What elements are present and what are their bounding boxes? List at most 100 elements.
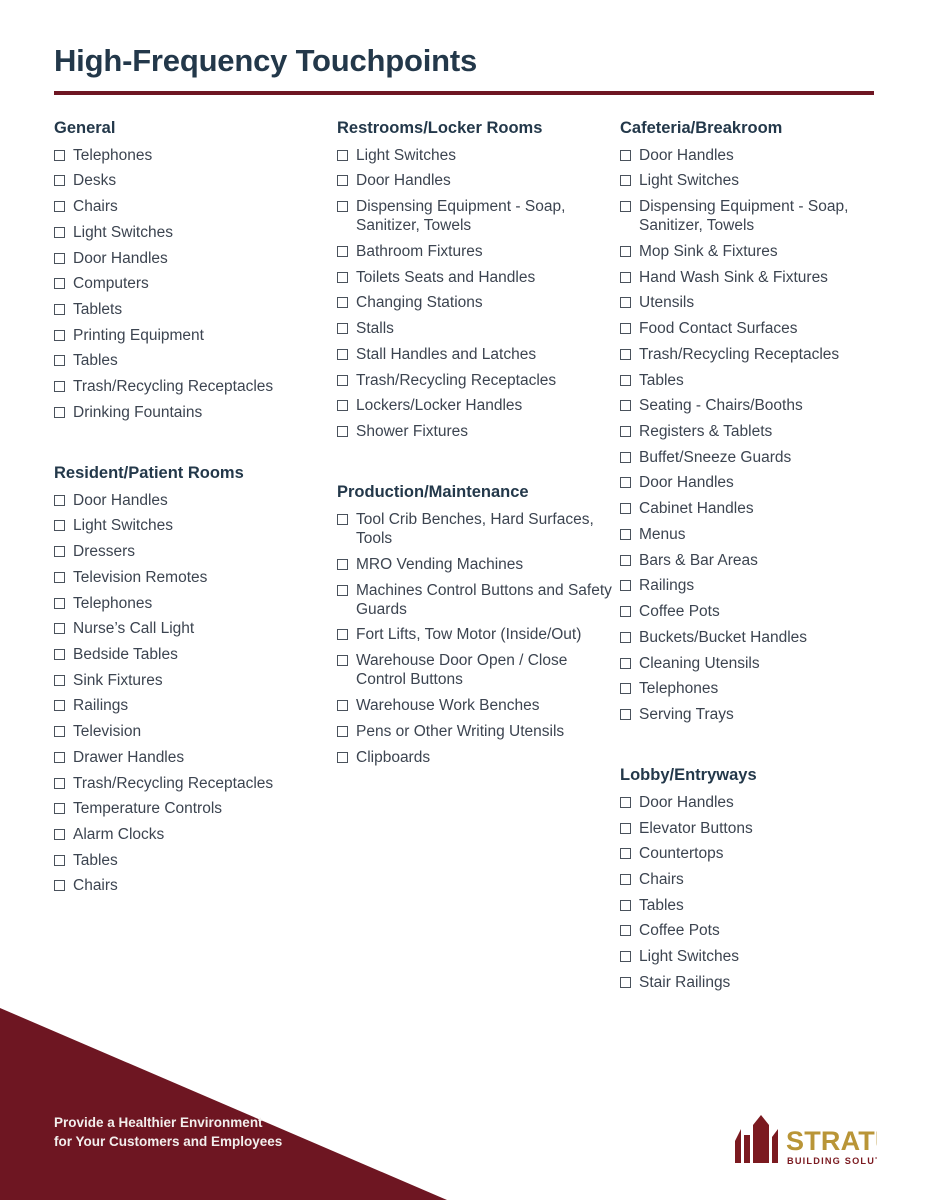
checkbox-icon[interactable] (54, 623, 65, 635)
list-item[interactable]: Door Handles (620, 146, 884, 165)
checkbox-icon[interactable] (620, 348, 631, 360)
list-item[interactable]: Trash/Recycling Receptacles (54, 377, 337, 396)
checkbox-icon[interactable] (337, 513, 348, 525)
list-item[interactable]: Sink Fixtures (54, 671, 337, 690)
checkbox-icon[interactable] (54, 880, 65, 892)
list-item[interactable]: Dispensing Equipment - Soap, Sanitizer, … (620, 197, 884, 235)
checkbox-icon[interactable] (337, 271, 348, 283)
list-item[interactable]: Coffee Pots (620, 921, 884, 940)
list-item[interactable]: Tables (620, 896, 884, 915)
checkbox-icon[interactable] (620, 683, 631, 695)
checkbox-icon[interactable] (54, 829, 65, 840)
list-item[interactable]: Dressers (54, 542, 337, 561)
list-item[interactable]: Temperature Controls (54, 799, 337, 818)
list-item[interactable]: Mop Sink & Fixtures (620, 242, 884, 261)
checkbox-icon[interactable] (54, 751, 65, 763)
checkbox-icon[interactable] (620, 657, 631, 669)
list-item[interactable]: Cleaning Utensils (620, 654, 884, 673)
checkbox-icon[interactable] (620, 796, 631, 808)
list-item[interactable]: Tables (54, 351, 337, 370)
checkbox-icon[interactable] (620, 899, 631, 911)
checkbox-icon[interactable] (337, 400, 348, 412)
checkbox-icon[interactable] (54, 546, 65, 558)
list-item[interactable]: Stalls (337, 319, 620, 338)
checkbox-icon[interactable] (54, 381, 65, 393)
checkbox-icon[interactable] (337, 629, 348, 641)
checkbox-icon[interactable] (620, 201, 631, 213)
list-item[interactable]: Drawer Handles (54, 748, 337, 767)
checkbox-icon[interactable] (337, 426, 348, 438)
list-item[interactable]: Warehouse Work Benches (337, 696, 620, 715)
checkbox-icon[interactable] (620, 374, 631, 386)
list-item[interactable]: Buffet/Sneeze Guards (620, 448, 884, 467)
checkbox-icon[interactable] (54, 700, 65, 712)
list-item[interactable]: Warehouse Door Open / Close Control Butt… (337, 651, 620, 689)
list-item[interactable]: Shower Fixtures (337, 422, 620, 441)
list-item[interactable]: Chairs (54, 197, 337, 216)
list-item[interactable]: Light Switches (54, 516, 337, 535)
checkbox-icon[interactable] (337, 655, 348, 667)
list-item[interactable]: Light Switches (620, 171, 884, 190)
list-item[interactable]: Light Switches (620, 947, 884, 966)
list-item[interactable]: Dispensing Equipment - Soap, Sanitizer, … (337, 197, 620, 235)
list-item[interactable]: Chairs (54, 876, 337, 895)
checkbox-icon[interactable] (54, 201, 65, 213)
checkbox-icon[interactable] (54, 571, 65, 583)
list-item[interactable]: Telephones (54, 146, 337, 165)
list-item[interactable]: Door Handles (620, 473, 884, 492)
list-item[interactable]: Printing Equipment (54, 326, 337, 345)
checkbox-icon[interactable] (337, 246, 348, 257)
checkbox-icon[interactable] (620, 848, 631, 860)
checkbox-icon[interactable] (620, 503, 631, 515)
checkbox-icon[interactable] (337, 558, 348, 570)
list-item[interactable]: Lockers/Locker Handles (337, 396, 620, 415)
list-item[interactable]: Stall Handles and Latches (337, 345, 620, 364)
list-item[interactable]: Seating - Chairs/Booths (620, 396, 884, 415)
checkbox-icon[interactable] (54, 648, 65, 660)
list-item[interactable]: Bars & Bar Areas (620, 551, 884, 570)
checkbox-icon[interactable] (620, 528, 631, 540)
list-item[interactable]: Trash/Recycling Receptacles (54, 774, 337, 793)
checkbox-icon[interactable] (54, 406, 65, 418)
list-item[interactable]: Tool Crib Benches, Hard Surfaces, Tools (337, 510, 620, 548)
list-item[interactable]: Clipboards (337, 748, 620, 767)
list-item[interactable]: Cabinet Handles (620, 499, 884, 518)
list-item[interactable]: Stair Railings (620, 973, 884, 992)
list-item[interactable]: Telephones (620, 679, 884, 698)
checkbox-icon[interactable] (337, 348, 348, 360)
list-item[interactable]: Toilets Seats and Handles (337, 268, 620, 287)
list-item[interactable]: Pens or Other Writing Utensils (337, 722, 620, 741)
list-item[interactable]: Door Handles (54, 249, 337, 268)
list-item[interactable]: Desks (54, 171, 337, 190)
checkbox-icon[interactable] (620, 554, 631, 566)
list-item[interactable]: Elevator Buttons (620, 819, 884, 838)
checkbox-icon[interactable] (54, 494, 65, 506)
checkbox-icon[interactable] (54, 777, 65, 789)
checkbox-icon[interactable] (620, 631, 631, 643)
list-item[interactable]: Railings (54, 696, 337, 715)
checkbox-icon[interactable] (620, 271, 631, 283)
checkbox-icon[interactable] (620, 175, 631, 187)
list-item[interactable]: Drinking Fountains (54, 403, 337, 422)
list-item[interactable]: Trash/Recycling Receptacles (620, 345, 884, 364)
checkbox-icon[interactable] (54, 226, 65, 238)
list-item[interactable]: Chairs (620, 870, 884, 889)
checkbox-icon[interactable] (620, 477, 631, 489)
list-item[interactable]: Tables (54, 851, 337, 870)
list-item[interactable]: Telephones (54, 594, 337, 613)
list-item[interactable]: Bathroom Fixtures (337, 242, 620, 261)
checkbox-icon[interactable] (54, 175, 65, 187)
list-item[interactable]: Television (54, 722, 337, 741)
checkbox-icon[interactable] (620, 925, 631, 937)
list-item[interactable]: Serving Trays (620, 705, 884, 724)
list-item[interactable]: Trash/Recycling Receptacles (337, 371, 620, 390)
list-item[interactable]: Coffee Pots (620, 602, 884, 621)
checkbox-icon[interactable] (620, 297, 631, 309)
checkbox-icon[interactable] (337, 175, 348, 187)
list-item[interactable]: Light Switches (54, 223, 337, 242)
checkbox-icon[interactable] (337, 374, 348, 386)
list-item[interactable]: Television Remotes (54, 568, 337, 587)
checkbox-icon[interactable] (620, 323, 631, 335)
list-item[interactable]: Machines Control Buttons and Safety Guar… (337, 581, 620, 619)
checkbox-icon[interactable] (54, 674, 65, 686)
